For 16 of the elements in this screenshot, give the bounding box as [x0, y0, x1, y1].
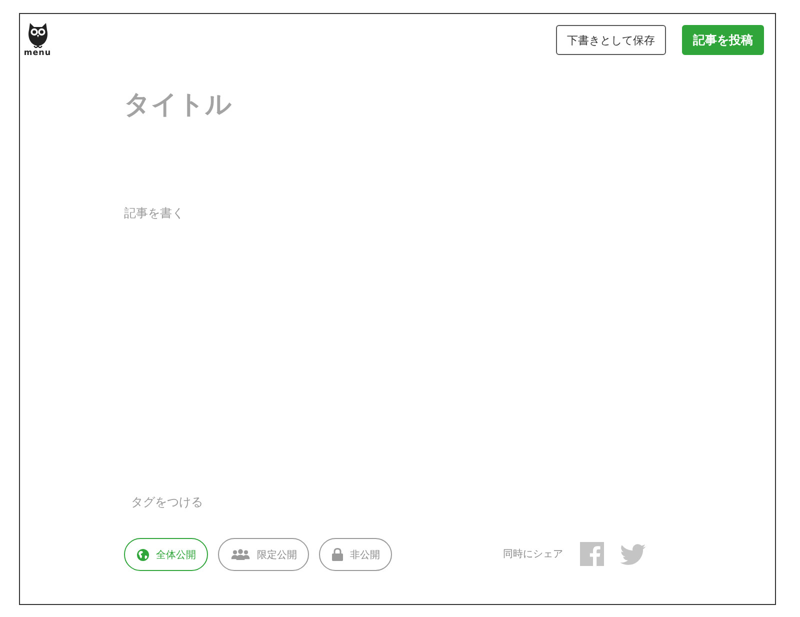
facebook-icon[interactable]: [580, 542, 604, 566]
body-field[interactable]: 記事を書く: [124, 204, 604, 294]
tag-field[interactable]: タグをつける: [124, 490, 431, 514]
post-button[interactable]: 記事を投稿: [682, 25, 764, 55]
globe-icon: [137, 548, 149, 560]
bird-icon[interactable]: [620, 544, 646, 564]
save-draft-button[interactable]: 下書きとして保存: [556, 25, 666, 55]
people-icon: [231, 549, 250, 560]
share-label: 同時にシェア: [503, 548, 563, 561]
title-field[interactable]: タイトル: [124, 88, 644, 122]
lock-icon: [332, 548, 343, 561]
visibility-option[interactable]: 限定公開: [218, 538, 309, 571]
owl-icon[interactable]: [26, 22, 48, 48]
visibility-option[interactable]: 全体公開: [124, 538, 208, 571]
logo-text[interactable]: menu: [24, 48, 52, 58]
visibility-option[interactable]: 非公開: [319, 538, 392, 571]
